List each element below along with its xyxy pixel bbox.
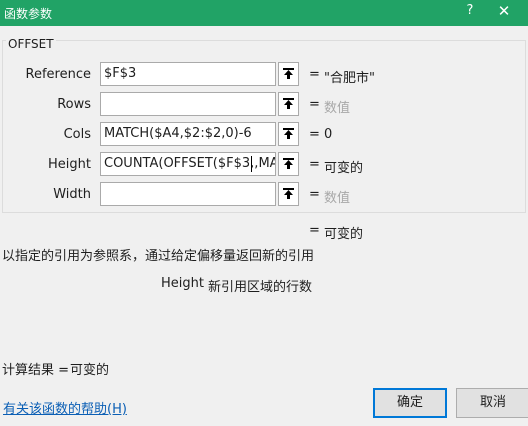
dialog-title: 函数参数: [4, 7, 53, 21]
close-icon[interactable]: ✕: [494, 2, 514, 22]
function-result: 可变的: [324, 227, 364, 242]
function-name: OFFSET: [6, 37, 56, 51]
collapse-dialog-icon: [283, 68, 294, 79]
arg-result-reference: "合肥市": [324, 71, 375, 86]
text-cursor: [251, 156, 252, 172]
calc-result-label: 计算结果 =: [2, 363, 70, 378]
collapse-dialog-button-width[interactable]: [278, 182, 299, 206]
function-help-link[interactable]: 有关该函数的帮助(H): [3, 398, 127, 417]
equals-sign: =: [309, 67, 320, 82]
equals-sign: =: [309, 127, 320, 142]
ok-button[interactable]: 确定: [373, 388, 447, 418]
arg-label-width: Width: [53, 187, 91, 202]
arg-input-rows[interactable]: [100, 92, 276, 116]
argument-help-name: Height: [161, 276, 204, 291]
arg-input-reference[interactable]: $F$3: [100, 62, 276, 86]
help-icon[interactable]: ?: [462, 3, 478, 23]
calc-result-value: 可变的: [70, 363, 110, 378]
collapse-dialog-icon: [283, 158, 294, 169]
argument-help-text: 新引用区域的行数: [208, 280, 313, 295]
arg-input-cols[interactable]: MATCH($A4,$2:$2,0)-6: [100, 122, 276, 146]
arg-result-height: 可变的: [324, 161, 364, 176]
collapse-dialog-button-height[interactable]: [278, 152, 299, 176]
arg-input-height[interactable]: COUNTA(OFFSET($F$3,,MATC: [100, 152, 276, 176]
arg-label-reference: Reference: [25, 67, 91, 82]
arg-label-height: Height: [48, 157, 91, 172]
collapse-dialog-icon: [283, 98, 294, 109]
arg-result-width: 数值: [324, 191, 351, 206]
arg-label-cols: Cols: [63, 127, 91, 142]
equals-sign: =: [309, 223, 320, 238]
collapse-dialog-icon: [283, 188, 294, 199]
arg-label-rows: Rows: [57, 97, 91, 112]
arg-result-rows: 数值: [324, 101, 351, 116]
equals-sign: =: [309, 97, 320, 112]
dialog-titlebar: 函数参数 ? ✕: [0, 0, 528, 26]
collapse-dialog-button-rows[interactable]: [278, 92, 299, 116]
equals-sign: =: [309, 157, 320, 172]
collapse-dialog-button-reference[interactable]: [278, 62, 299, 86]
function-description: 以指定的引用为参照系，通过给定偏移量返回新的引用: [2, 249, 315, 264]
collapse-dialog-button-cols[interactable]: [278, 122, 299, 146]
cancel-button[interactable]: 取消: [456, 388, 528, 418]
arg-result-cols: 0: [324, 127, 333, 142]
equals-sign: =: [309, 187, 320, 202]
arg-input-width[interactable]: [100, 182, 276, 206]
collapse-dialog-icon: [283, 128, 294, 139]
